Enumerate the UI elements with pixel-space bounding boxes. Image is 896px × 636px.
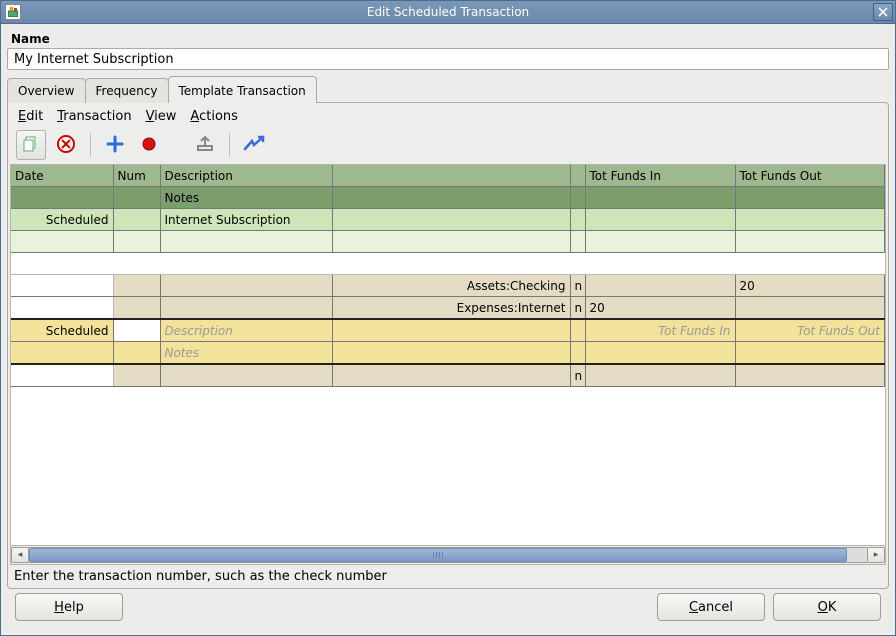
- register-header-row-1: Date Num Description Tot Funds In Tot Fu…: [11, 165, 885, 187]
- record-icon: [140, 135, 158, 156]
- toolbar-transfer-button[interactable]: [191, 131, 219, 159]
- entry1-notes[interactable]: [160, 231, 332, 253]
- scroll-left-button[interactable]: ◂: [11, 547, 29, 563]
- entry2-notes-row[interactable]: Notes: [11, 342, 885, 365]
- name-input[interactable]: My Internet Subscription: [7, 48, 889, 70]
- register-header-row-2: Notes: [11, 187, 885, 209]
- window: Edit Scheduled Transaction Name My Inter…: [0, 0, 896, 636]
- register: Date Num Description Tot Funds In Tot Fu…: [10, 164, 886, 565]
- scroll-track[interactable]: [29, 547, 867, 563]
- app-icon: [5, 4, 21, 20]
- client-area: Name My Internet Subscription Overview F…: [1, 24, 895, 635]
- button-bar: Help Cancel OK: [7, 589, 889, 629]
- entry1-split2-n[interactable]: n: [570, 297, 585, 320]
- col-funds-in[interactable]: Tot Funds In: [585, 165, 735, 187]
- tab-overview[interactable]: Overview: [7, 78, 86, 103]
- entry1-split1-row[interactable]: Assets:Checking n 20: [11, 275, 885, 297]
- col-notes[interactable]: Notes: [160, 187, 332, 209]
- tab-frequency[interactable]: Frequency: [85, 78, 169, 103]
- menu-transaction[interactable]: Transaction: [57, 109, 131, 124]
- scroll-right-button[interactable]: ▸: [867, 547, 885, 563]
- entry2-notes[interactable]: Notes: [160, 342, 332, 365]
- col-funds-out[interactable]: Tot Funds Out: [735, 165, 885, 187]
- entry1-split2-account[interactable]: Expenses:Internet: [332, 297, 570, 320]
- entry2-split-n[interactable]: n: [570, 364, 585, 387]
- menu-view[interactable]: View: [146, 109, 177, 124]
- col-date[interactable]: Date: [11, 165, 113, 187]
- toolbar-separator: [90, 133, 91, 157]
- entry1-split2-in[interactable]: 20: [585, 297, 735, 320]
- entry1-split1-in[interactable]: [585, 275, 735, 297]
- entry2-date[interactable]: Scheduled: [11, 319, 113, 342]
- name-label: Name: [11, 32, 887, 46]
- entry1-split1-out[interactable]: 20: [735, 275, 885, 297]
- entry1-date[interactable]: Scheduled: [11, 209, 113, 231]
- col-blank[interactable]: [332, 165, 570, 187]
- plus-icon: [106, 135, 124, 156]
- entry1-split1-account[interactable]: Assets:Checking: [332, 275, 570, 297]
- register-empty-area: [11, 387, 885, 527]
- entry1-main-row[interactable]: Scheduled Internet Subscription: [11, 209, 885, 231]
- transfer-icon: [195, 135, 215, 156]
- entry1-notes-row[interactable]: [11, 231, 885, 253]
- menubar: Edit Transaction View Actions: [8, 103, 888, 128]
- titlebar[interactable]: Edit Scheduled Transaction: [1, 1, 895, 24]
- col-n[interactable]: [570, 165, 585, 187]
- toolbar-record-button[interactable]: [135, 131, 163, 159]
- window-title: Edit Scheduled Transaction: [1, 5, 895, 19]
- entry1-gap-row: [11, 253, 885, 275]
- entry2-main-row[interactable]: Scheduled Description Tot Funds In Tot F…: [11, 319, 885, 342]
- scroll-thumb[interactable]: [29, 548, 847, 562]
- menu-edit[interactable]: Edit: [18, 109, 43, 124]
- entry1-split2-row[interactable]: Expenses:Internet n 20: [11, 297, 885, 320]
- col-num[interactable]: Num: [113, 165, 160, 187]
- entry2-funds-in[interactable]: Tot Funds In: [585, 319, 735, 342]
- entry1-num[interactable]: [113, 209, 160, 231]
- toolbar-delete-button[interactable]: [52, 131, 80, 159]
- tab-template-transaction[interactable]: Template Transaction: [168, 76, 317, 103]
- toolbar: [8, 128, 888, 164]
- toolbar-separator-2: [229, 133, 230, 157]
- cancel-button[interactable]: Cancel: [657, 593, 765, 621]
- duplicate-icon: [22, 135, 40, 156]
- entry1-split1-n[interactable]: n: [570, 275, 585, 297]
- toolbar-duplicate-button[interactable]: [16, 130, 46, 160]
- status-bar: Enter the transaction number, such as th…: [8, 565, 888, 588]
- jump-icon: [243, 135, 265, 156]
- entry2-split-row[interactable]: n: [11, 364, 885, 387]
- entry1-split2-out[interactable]: [735, 297, 885, 320]
- tabstrip: Overview Frequency Template Transaction: [7, 76, 889, 103]
- toolbar-jump-button[interactable]: [240, 131, 268, 159]
- col-description[interactable]: Description: [160, 165, 332, 187]
- toolbar-add-split-button[interactable]: [101, 131, 129, 159]
- register-table[interactable]: Date Num Description Tot Funds In Tot Fu…: [11, 165, 885, 387]
- tab-pane-template: Edit Transaction View Actions: [7, 102, 889, 589]
- horizontal-scrollbar[interactable]: ◂ ▸: [11, 545, 885, 564]
- delete-icon: [56, 134, 76, 157]
- entry2-funds-out[interactable]: Tot Funds Out: [735, 319, 885, 342]
- entry2-description[interactable]: Description: [160, 319, 332, 342]
- help-button[interactable]: Help: [15, 593, 123, 621]
- window-close-button[interactable]: [873, 3, 893, 21]
- ok-button[interactable]: OK: [773, 593, 881, 621]
- entry1-description[interactable]: Internet Subscription: [160, 209, 332, 231]
- entry2-num[interactable]: [113, 319, 160, 342]
- menu-actions[interactable]: Actions: [190, 109, 238, 124]
